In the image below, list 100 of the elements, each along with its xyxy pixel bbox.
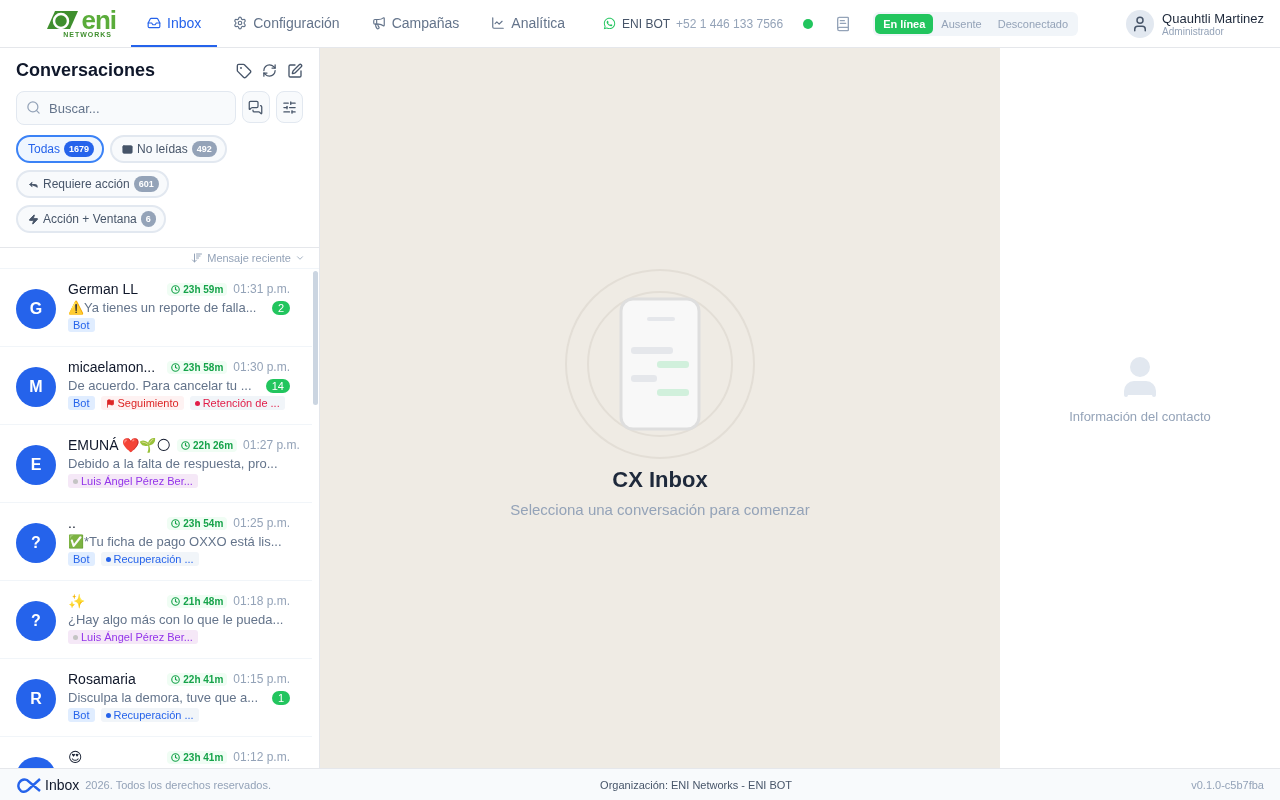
window-timer: 23h 59m — [167, 282, 228, 296]
conversation-item[interactable]: ? .. 23h 54m 01:25 p.m. ✅*Tu ficha de pago OXXO está lis... Bot Recuperación ... — [0, 503, 312, 581]
filter-count: 1679 — [64, 141, 95, 157]
unread-count: 2 — [271, 300, 290, 315]
nav-tab[interactable]: Configuración — [217, 0, 356, 47]
clock-icon — [181, 440, 191, 450]
inbox-icon — [147, 15, 161, 30]
window-timer: 23h 41m — [167, 750, 228, 764]
filter-chip[interactable]: Acción + Ventana 6 — [16, 205, 166, 233]
user-role: Administrador — [1162, 25, 1225, 37]
contact-avatar: R — [16, 679, 56, 719]
book-icon[interactable] — [835, 15, 852, 32]
filter-count: 601 — [133, 176, 159, 192]
contact-name: .. — [68, 515, 77, 531]
chats-button[interactable] — [242, 91, 270, 123]
message-time: 01:25 p.m. — [233, 516, 290, 530]
scrollbar[interactable] — [313, 271, 318, 405]
conversation-item[interactable]: E EMUNÁ ❤🌱🌕 22h 26m 01:27 p.m. Debido a la falta de respuesta, pro... Luis Ángel Pérez Ber... — [0, 425, 312, 503]
empty-state-subtitle: Selecciona una conversación para comenzar — [510, 500, 810, 518]
user-name: Quauhtli Martinez — [1162, 10, 1264, 26]
logo-wordmark: eni — [81, 9, 116, 31]
contact-name: micaelamon... — [68, 359, 157, 375]
clock-icon — [171, 518, 181, 528]
conversation-item[interactable]: ? ✨ 21h 48m 01:18 p.m. ¿Hay algo más con lo que le pueda... Luis Ángel Pérez Ber... — [0, 581, 312, 659]
window-timer: 23h 54m — [167, 516, 228, 530]
user-avatar[interactable] — [1126, 9, 1155, 38]
clock-icon — [171, 362, 181, 372]
contact-name: EMUNÁ ❤🌱🌕 — [68, 437, 172, 453]
empty-state-title: CX Inbox — [612, 466, 708, 493]
contact-avatar: M — [16, 367, 56, 407]
contact-name: Rosamaria — [68, 671, 137, 687]
logo-icon — [45, 9, 80, 31]
contact-name: ✨ — [68, 593, 86, 609]
clock-icon — [171, 674, 181, 684]
message-time: 01:12 p.m. — [233, 750, 290, 764]
footer-brand: Inbox — [45, 776, 80, 793]
unread-count: 14 — [265, 378, 290, 393]
contact-avatar: E — [16, 445, 56, 485]
message-preview: ✅*Tu ficha de pago OXXO está lis... — [68, 534, 283, 549]
message-preview: ¿Hay algo más con lo que le pueda... — [68, 612, 285, 627]
clock-icon — [171, 752, 181, 762]
refresh-icon[interactable] — [262, 62, 277, 78]
gear-icon — [233, 15, 248, 30]
bot-tag: Bot — [68, 708, 95, 722]
organization-text: Organización: ENI Networks - ENI BOT — [600, 778, 793, 791]
filter-count: 6 — [140, 211, 156, 227]
nav-tab[interactable]: Analítica — [475, 0, 582, 47]
message-time: 01:27 p.m. — [243, 438, 300, 452]
chat-bubbles-icon — [248, 99, 264, 115]
channel-phone: +52 1 446 133 7566 — [676, 16, 784, 31]
filter-chip[interactable]: Requiere acción 601 — [16, 170, 169, 198]
message-time: 01:15 p.m. — [233, 672, 290, 686]
bot-tag: Bot — [68, 318, 95, 332]
message-time: 01:30 p.m. — [233, 360, 290, 374]
sliders-icon — [281, 99, 297, 115]
contact-avatar: G — [16, 289, 56, 329]
message-preview: De acuerdo. Para cancelar tu ... — [68, 378, 253, 393]
channel-name: ENI BOT — [622, 16, 671, 31]
chevron-icon — [295, 253, 305, 263]
message-preview: Disculpa la demora, tuve que a... — [68, 690, 260, 705]
clock-icon — [171, 596, 181, 606]
label-tag: Recuperación ... — [100, 708, 199, 722]
sidebar-title: Conversaciones — [16, 60, 156, 81]
empty-panel-message: Información del contacto — [1069, 408, 1211, 424]
follow-up-tag: Seguimiento — [100, 396, 184, 410]
conversation-item[interactable]: M micaelamon... 23h 58m 01:30 p.m. De acuerdo. Para cancelar tu ... 14 Bot Seguimiento Retención de ... — [0, 347, 312, 425]
filter-count: 492 — [191, 141, 217, 157]
bot-tag: Bot — [68, 396, 95, 410]
window-timer: 21h 48m — [167, 594, 228, 608]
line-chart-icon — [491, 15, 506, 30]
label-tag: Retención de ... — [189, 396, 285, 410]
tag-icon[interactable] — [236, 62, 252, 79]
version-text: v0.1.0-c5b7fba — [1191, 778, 1264, 791]
compose-icon[interactable] — [287, 62, 303, 79]
filter-chip[interactable]: Todas 1679 — [16, 135, 105, 163]
label-tag: Recuperación ... — [100, 552, 199, 566]
contact-avatar: ? — [16, 523, 56, 563]
conversation-item[interactable]: G German LL 23h 59m 01:31 p.m. ⚠Ya tienes un reporte de falla... 2 Bot — [0, 269, 312, 347]
contact-name: 😍 — [68, 749, 84, 765]
nav-tab[interactable]: Inbox — [131, 0, 218, 47]
filter-button[interactable] — [275, 91, 303, 123]
message-time: 01:31 p.m. — [233, 282, 290, 296]
copyright-text: 2026. Todos los derechos reservados. — [85, 778, 271, 791]
window-timer: 22h 41m — [167, 672, 228, 686]
unread-count: 1 — [271, 690, 290, 705]
bot-tag: Bot — [68, 552, 95, 566]
sort-icon — [191, 252, 204, 264]
nav-tab[interactable]: Campañas — [355, 0, 476, 47]
message-time: 01:18 p.m. — [233, 594, 290, 608]
message-preview: ⚠Ya tienes un reporte de falla... — [68, 300, 258, 315]
search-field[interactable]: Buscar... — [16, 91, 236, 125]
contact-avatar: ? — [16, 601, 56, 641]
bolt-icon — [28, 213, 39, 225]
infinity-logo-icon — [16, 776, 42, 793]
flag-icon — [105, 398, 115, 408]
clock-icon — [171, 284, 181, 294]
filter-chip[interactable]: No leídas 492 — [110, 135, 227, 163]
conversation-item[interactable]: R Rosamaria 22h 41m 01:15 p.m. Disculpa la demora, tuve que a... 1 Bot Recuperación ... — [0, 659, 312, 737]
window-timer: 23h 58m — [167, 360, 228, 374]
agent-tag: Luis Ángel Pérez Ber... — [68, 630, 198, 644]
